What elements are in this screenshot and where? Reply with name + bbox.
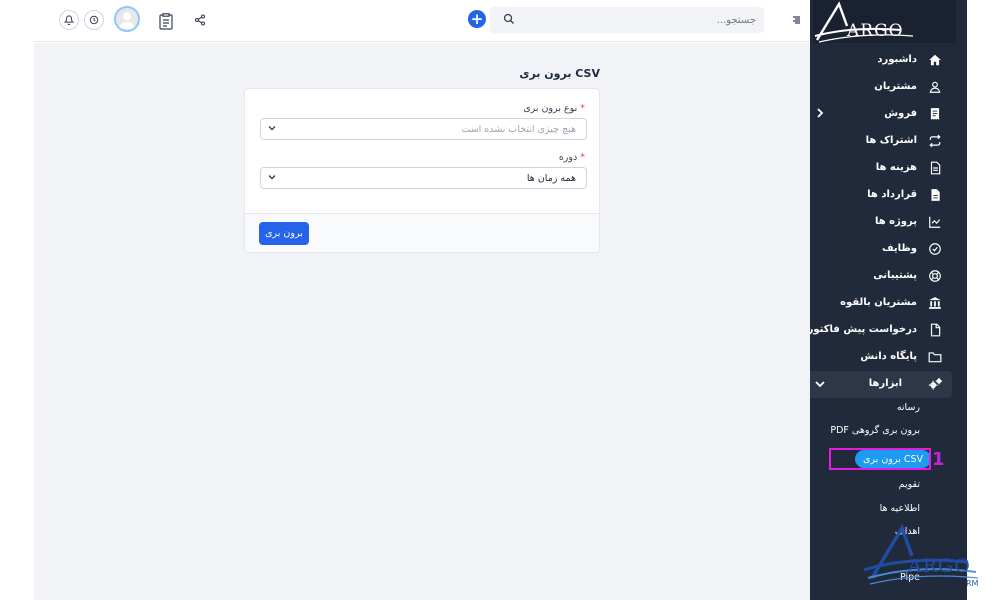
bank-icon <box>928 296 942 310</box>
export-type-label: * نوع برون بری <box>523 103 585 114</box>
export-type-value: هیچ چیزی انتخاب نشده است <box>461 124 576 135</box>
period-select[interactable]: همه زمان ها <box>260 167 587 189</box>
export-button[interactable]: برون بری <box>259 222 309 245</box>
watermark-logo: ARGO RM <box>858 520 983 590</box>
sidebar-item-knowledge-base[interactable]: پایگاه دانش <box>810 344 967 371</box>
sub-item-bulk-pdf-export[interactable]: برون بری گروهی PDF <box>830 425 920 436</box>
sidebar-item-subscriptions[interactable]: اشتراک ها <box>810 128 967 155</box>
form-footer: برون بری <box>245 213 599 252</box>
sub-item-calendar[interactable]: تقویم <box>899 479 920 490</box>
page-title: برون بری CSV <box>519 67 600 80</box>
user-icon <box>928 80 942 94</box>
document-icon <box>928 323 942 337</box>
clock-icon[interactable] <box>84 10 104 30</box>
sidebar-item-leads[interactable]: مشتریان بالقوه <box>810 290 967 317</box>
sidebar-item-support[interactable]: پشتیبانی <box>810 263 967 290</box>
export-type-select[interactable]: هیچ چیزی انتخاب نشده است <box>260 118 587 140</box>
brand-logo[interactable]: ARGO <box>813 0 956 43</box>
repeat-icon <box>928 134 942 148</box>
file-icon <box>928 188 942 202</box>
sidebar-item-tasks[interactable]: وظایف <box>810 236 967 263</box>
sidebar-item-projects[interactable]: پروژه ها <box>810 209 967 236</box>
sidebar-item-contracts[interactable]: قرارداد ها <box>810 182 967 209</box>
export-form-card: * نوع برون بری هیچ چیزی انتخاب نشده است … <box>244 88 600 253</box>
logo-text: ARGO <box>846 21 904 41</box>
search-icon[interactable] <box>503 13 515 28</box>
home-icon <box>928 53 942 67</box>
chevron-down-icon <box>267 172 277 185</box>
chevron-right-icon <box>815 107 825 122</box>
file-text-icon <box>928 161 942 175</box>
check-circle-icon <box>928 242 942 256</box>
chevron-down-icon <box>814 379 826 392</box>
sub-item-announcements[interactable]: اطلاعیه ها <box>880 503 920 514</box>
left-margin <box>0 0 34 600</box>
clipboard-icon[interactable] <box>158 12 174 30</box>
notification-bell-icon[interactable] <box>59 10 79 30</box>
sidebar: ARGO داشبورد مشتریان فروش اشتراک ها هزین… <box>808 0 967 600</box>
step-number-annotation: 1 <box>932 449 945 470</box>
sidebar-item-dashboard[interactable]: داشبورد <box>810 47 967 74</box>
period-value: همه زمان ها <box>526 173 576 184</box>
top-header: + <box>34 0 810 42</box>
sidebar-item-utilities[interactable]: ابزارها <box>810 371 952 398</box>
watermark-suffix: RM <box>966 579 979 588</box>
search-input[interactable] <box>522 7 756 33</box>
watermark-text: ARGO <box>907 555 971 577</box>
life-ring-icon <box>928 269 942 283</box>
folder-icon <box>928 350 942 364</box>
right-margin <box>967 0 1000 600</box>
chart-icon <box>928 215 942 229</box>
receipt-icon <box>928 107 942 121</box>
period-label: * دوره <box>558 152 585 163</box>
highlight-annotation-box <box>829 448 931 470</box>
sidebar-item-expenses[interactable]: هزینه ها <box>810 155 967 182</box>
gears-icon <box>928 377 943 391</box>
sidebar-item-sales[interactable]: فروش <box>810 101 967 128</box>
search-box <box>490 7 764 33</box>
avatar[interactable] <box>114 6 140 32</box>
menu-toggle-icon[interactable] <box>790 14 802 26</box>
sidebar-item-estimate-request[interactable]: درخواست پیش فاکتور <box>808 317 967 344</box>
share-icon[interactable] <box>192 12 208 28</box>
plus-icon[interactable]: + <box>468 10 486 28</box>
main-content: برون بری CSV * نوع برون بری هیچ چیزی انت… <box>34 43 810 600</box>
sidebar-item-customers[interactable]: مشتریان <box>810 74 967 101</box>
sub-item-media[interactable]: رسانه <box>897 402 920 413</box>
chevron-down-icon <box>267 123 277 136</box>
